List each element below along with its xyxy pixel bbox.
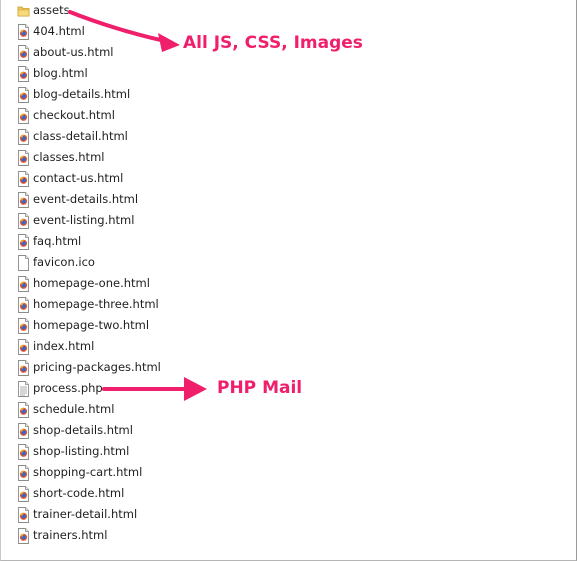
html-file-icon [17,485,30,502]
file-item[interactable]: homepage-three.html [14,294,161,315]
file-item[interactable]: checkout.html [14,105,161,126]
file-name: faq.html [33,234,82,248]
file-item[interactable]: shopping-cart.html [14,462,161,483]
file-name: homepage-one.html [33,276,150,290]
file-item[interactable]: homepage-two.html [14,315,161,336]
file-name: class-detail.html [33,129,128,143]
file-item[interactable]: index.html [14,336,161,357]
file-name: process.php [33,381,103,395]
file-name: homepage-two.html [33,318,150,332]
html-file-icon [17,212,30,229]
html-file-icon [17,338,30,355]
html-file-icon [17,107,30,124]
file-item[interactable]: event-listing.html [14,210,161,231]
file-item[interactable]: schedule.html [14,399,161,420]
file-item[interactable]: short-code.html [14,483,161,504]
file-item[interactable]: blog.html [14,63,161,84]
file-name: index.html [33,339,95,353]
file-item[interactable]: blog-details.html [14,84,161,105]
file-item[interactable]: trainer-detail.html [14,504,161,525]
folder-icon [17,3,30,19]
file-name: shop-details.html [33,423,133,437]
file-name: favicon.ico [33,255,95,269]
text-file-icon [17,380,30,397]
file-name: 404.html [33,24,85,38]
html-file-icon [17,275,30,292]
html-file-icon [17,86,30,103]
file-list: assets 404.html about-us.html blog.html blog… [14,0,161,546]
file-name: pricing-packages.html [33,360,161,374]
html-file-icon [17,233,30,250]
file-item[interactable]: shop-details.html [14,420,161,441]
file-name: contact-us.html [33,171,124,185]
html-file-icon [17,443,30,460]
php-annotation-label: PHP Mail [217,378,303,398]
html-file-icon [17,527,30,544]
html-file-icon [17,359,30,376]
html-file-icon [17,191,30,208]
file-name: event-listing.html [33,213,135,227]
file-item[interactable]: 404.html [14,21,161,42]
blank-file-icon [17,254,30,271]
html-file-icon [17,149,30,166]
file-item[interactable]: trainers.html [14,525,161,546]
file-name: short-code.html [33,486,125,500]
html-file-icon [17,170,30,187]
file-name: event-details.html [33,192,139,206]
html-file-icon [17,464,30,481]
file-item[interactable]: shop-listing.html [14,441,161,462]
file-name: schedule.html [33,402,115,416]
file-name: homepage-three.html [33,297,159,311]
file-name: trainer-detail.html [33,507,138,521]
file-item[interactable]: contact-us.html [14,168,161,189]
html-file-icon [17,401,30,418]
file-name: blog.html [33,66,88,80]
html-file-icon [17,317,30,334]
file-name: about-us.html [33,45,114,59]
file-item[interactable]: favicon.ico [14,252,161,273]
file-name: assets [33,3,70,17]
html-file-icon [17,23,30,40]
file-item[interactable]: classes.html [14,147,161,168]
html-file-icon [17,44,30,61]
file-item[interactable]: homepage-one.html [14,273,161,294]
html-file-icon [17,65,30,82]
file-item[interactable]: pricing-packages.html [14,357,161,378]
file-item[interactable]: assets [14,0,161,21]
file-name: classes.html [33,150,105,164]
file-item[interactable]: process.php [14,378,161,399]
file-name: shopping-cart.html [33,465,143,479]
file-name: shop-listing.html [33,444,130,458]
file-item[interactable]: class-detail.html [14,126,161,147]
file-item[interactable]: faq.html [14,231,161,252]
assets-annotation-label: All JS, CSS, Images [183,33,363,53]
html-file-icon [17,422,30,439]
file-item[interactable]: about-us.html [14,42,161,63]
html-file-icon [17,296,30,313]
html-file-icon [17,128,30,145]
file-name: trainers.html [33,528,108,542]
file-item[interactable]: event-details.html [14,189,161,210]
file-name: checkout.html [33,108,115,122]
html-file-icon [17,506,30,523]
file-name: blog-details.html [33,87,131,101]
